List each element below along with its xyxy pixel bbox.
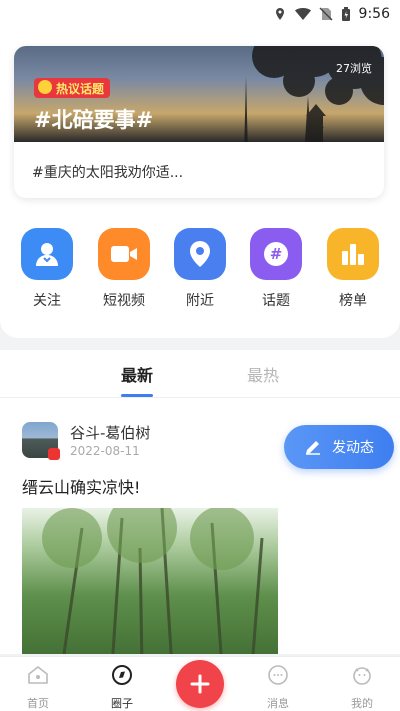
tab-latest[interactable]: 最新 xyxy=(121,362,153,386)
hot-topic-tag-label: 热议话题 xyxy=(56,81,105,96)
tabbar-messages-label: 消息 xyxy=(267,697,289,710)
shortcut-nearby-label: 附近 xyxy=(186,293,214,309)
hot-topic-tag: 热议话题 xyxy=(34,78,111,98)
no-sim-icon xyxy=(319,7,333,21)
home-icon xyxy=(28,665,48,684)
shortcut-follow-label: 关注 xyxy=(33,293,61,309)
tabbar-circle-label: 圈子 xyxy=(111,697,133,710)
add-post-button[interactable] xyxy=(176,660,224,708)
svg-text:#: # xyxy=(270,245,283,263)
post-text[interactable]: 缙云山确实凉快! xyxy=(22,474,140,498)
tabbar-circle[interactable]: 圈子 xyxy=(97,663,147,711)
hashtag-icon: # xyxy=(250,228,302,280)
video-icon xyxy=(98,228,150,280)
battery-icon xyxy=(341,7,350,21)
hot-topic-card[interactable]: 热议话题 #北碚要事# 27浏览 #重庆的太阳我劝你适... xyxy=(14,46,384,198)
tabbar-home[interactable]: 首页 xyxy=(13,663,63,711)
post-image[interactable] xyxy=(22,508,278,654)
shortcut-video-label: 短视频 xyxy=(103,293,145,309)
tab-active-indicator xyxy=(121,394,153,397)
flame-icon xyxy=(38,80,52,94)
post-date: 2022-08-11 xyxy=(70,444,140,458)
hot-topic-views: 27浏览 xyxy=(336,62,372,75)
profile-icon xyxy=(353,667,371,685)
shortcut-topics[interactable]: # 话题 xyxy=(246,228,306,310)
tab-hottest[interactable]: 最热 xyxy=(247,362,279,386)
tabbar-profile[interactable]: 我的 xyxy=(337,663,387,711)
status-time: 9:56 xyxy=(358,6,390,22)
chart-icon xyxy=(327,228,379,280)
location-icon xyxy=(275,8,284,20)
plus-icon xyxy=(190,674,210,694)
shortcut-follow[interactable]: 关注 xyxy=(17,228,77,310)
shortcut-ranking[interactable]: 榜单 xyxy=(323,228,383,310)
circle-icon xyxy=(112,665,132,685)
feed-tabs: 最新 最热 xyxy=(0,350,400,398)
wifi-icon xyxy=(294,8,311,20)
post-username[interactable]: 谷斗-葛伯树 xyxy=(70,422,150,443)
avatar-badge xyxy=(48,448,60,460)
hot-topic-title: #北碚要事# xyxy=(34,108,154,132)
tabbar-home-label: 首页 xyxy=(27,697,49,710)
pencil-icon xyxy=(306,441,320,455)
tabbar-messages[interactable]: 消息 xyxy=(253,663,303,711)
hot-topic-banner: 热议话题 #北碚要事# 27浏览 xyxy=(14,46,384,142)
shortcut-ranking-label: 榜单 xyxy=(339,293,367,309)
shortcut-nearby[interactable]: 附近 xyxy=(170,228,230,310)
shortcut-row: 关注 短视频 附近 # 话题 榜单 xyxy=(0,228,400,318)
status-bar: 9:56 xyxy=(0,0,400,28)
top-card: 热议话题 #北碚要事# 27浏览 #重庆的太阳我劝你适... 关注 短视频 附近 xyxy=(0,28,400,338)
avatar[interactable] xyxy=(22,422,60,460)
location-pin-icon xyxy=(174,228,226,280)
tabbar-profile-label: 我的 xyxy=(351,697,373,710)
follow-icon xyxy=(21,228,73,280)
publish-post-button[interactable]: 发动态 xyxy=(284,425,394,469)
shortcut-topics-label: 话题 xyxy=(262,293,290,309)
publish-post-label: 发动态 xyxy=(332,440,374,456)
shortcut-video[interactable]: 短视频 xyxy=(94,228,154,310)
hot-topic-description: #重庆的太阳我劝你适... xyxy=(32,165,184,181)
message-icon xyxy=(268,665,288,685)
